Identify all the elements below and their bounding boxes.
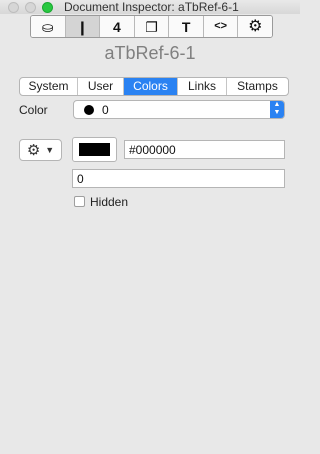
inspector-toolbar: ⛀ ❙ 4 ❐ T <> ⚙ <box>30 15 273 38</box>
hex-color-field[interactable]: #000000 <box>124 140 285 159</box>
inspector-tabs: System User Colors Links Stamps <box>19 77 289 96</box>
color-label: Color <box>19 103 48 117</box>
general-tab-button[interactable]: ⛀ <box>31 16 66 37</box>
zoom-window-button[interactable] <box>42 2 53 13</box>
chevron-down-icon: ▼ <box>45 145 55 155</box>
color-popup-value: 0 <box>102 103 109 117</box>
document-name: aTbRef-6-1 <box>104 43 196 63</box>
color-well-swatch <box>79 143 110 156</box>
number-tab-button[interactable]: 4 <box>100 16 135 37</box>
code-brackets-icon: <> <box>214 20 228 32</box>
chevron-up-down-icon: ▲ ▼ <box>270 101 284 118</box>
tab-stamps[interactable]: Stamps <box>227 78 288 95</box>
hidden-checkbox-label[interactable]: Hidden <box>90 195 128 209</box>
stamp-icon: ⛀ <box>41 18 54 35</box>
tab-colors[interactable]: Colors <box>124 78 178 95</box>
note-tab-button[interactable]: ❙ <box>65 16 101 37</box>
color-popup-button[interactable]: 0 ▲ ▼ <box>73 100 285 119</box>
color-swatch-dot <box>84 105 94 115</box>
tab-links[interactable]: Links <box>178 78 227 95</box>
document-inspector-window: Document Inspector: aTbRef-6-1 ⛀ ❙ 4 ❐ T… <box>0 0 300 454</box>
number-4-icon: 4 <box>113 18 121 35</box>
text-tab-button[interactable]: T <box>169 16 204 37</box>
minimize-window-button[interactable] <box>25 2 36 13</box>
gear-icon: ⚙ <box>248 17 263 35</box>
color-well[interactable] <box>72 137 117 162</box>
window-tab-button[interactable]: ❐ <box>134 16 170 37</box>
window-stack-icon: ❐ <box>145 18 158 35</box>
note-icon: ❙ <box>76 18 89 35</box>
text-t-icon: T <box>181 18 191 35</box>
number-field[interactable]: 0 <box>72 169 285 188</box>
tab-system[interactable]: System <box>20 78 78 95</box>
gear-icon: ⚙ <box>26 142 41 159</box>
settings-tab-button[interactable]: ⚙ <box>238 16 272 37</box>
close-window-button[interactable] <box>8 2 19 13</box>
window-title: Document Inspector: aTbRef-6-1 <box>64 0 239 14</box>
code-tab-button[interactable]: <> <box>203 16 239 37</box>
title-bar: Document Inspector: aTbRef-6-1 <box>0 0 300 14</box>
hidden-checkbox[interactable] <box>74 196 85 207</box>
action-menu-button[interactable]: ⚙ ▼ <box>19 139 62 161</box>
tab-user[interactable]: User <box>78 78 124 95</box>
